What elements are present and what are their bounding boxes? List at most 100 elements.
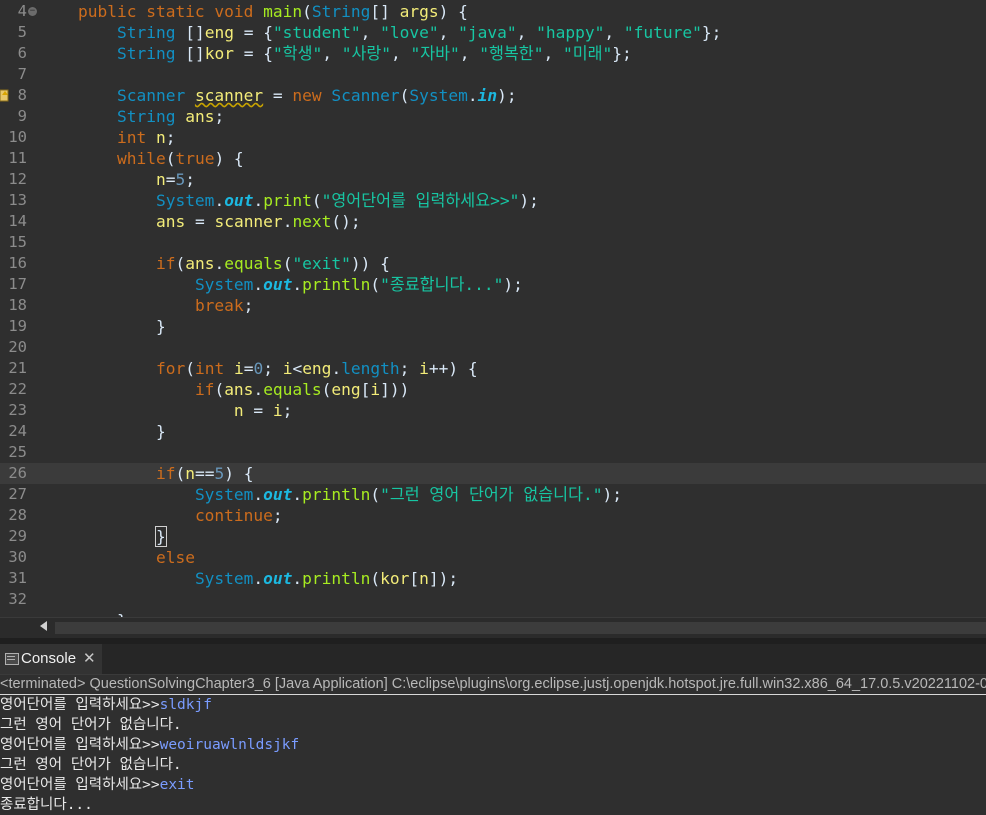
warning-icon[interactable] bbox=[0, 88, 10, 102]
code-line[interactable]: 31 System.out.println(kor[n]); bbox=[0, 568, 986, 589]
line-number: 18 bbox=[8, 296, 27, 314]
console-tab-bar: Console ✕ bbox=[0, 644, 986, 675]
line-number: 26 bbox=[8, 464, 27, 482]
line-number: 6 bbox=[17, 44, 27, 62]
code-text: } bbox=[39, 317, 166, 336]
code-line[interactable]: 21 for(int i=0; i<eng.length; i++) { bbox=[0, 358, 986, 379]
code-text: System.out.print("영어단어를 입력하세요>>"); bbox=[155, 191, 539, 210]
code-line[interactable]: 24 } bbox=[0, 421, 986, 442]
line-number: 32 bbox=[8, 590, 27, 608]
console-line: 영어단어를 입력하세요>>sldkjf bbox=[0, 697, 212, 713]
line-number: 31 bbox=[8, 569, 27, 587]
console-line: 영어단어를 입력하세요>>exit bbox=[0, 777, 195, 793]
line-number: 12 bbox=[8, 170, 27, 188]
code-line[interactable]: 14 ans = scanner.next(); bbox=[0, 211, 986, 232]
line-number: 9 bbox=[17, 107, 27, 125]
line-number: 7 bbox=[17, 65, 27, 83]
code-text: if(ans.equals("exit")) { bbox=[155, 254, 390, 273]
code-text: while(true) { bbox=[116, 149, 244, 168]
code-text: break; bbox=[194, 296, 254, 315]
code-text: System.out.println("종료합니다..."); bbox=[194, 275, 523, 294]
code-editor[interactable]: 4− public static void main(String[] args… bbox=[0, 0, 986, 617]
console-line: 종료합니다... bbox=[0, 797, 93, 813]
scrollbar-track[interactable] bbox=[55, 622, 986, 634]
line-number: 10 bbox=[8, 128, 27, 146]
line-number: 29 bbox=[8, 527, 27, 545]
code-text: } bbox=[154, 526, 167, 547]
editor-horizontal-scrollbar[interactable] bbox=[0, 617, 986, 638]
console-line: 그런 영어 단어가 없습니다. bbox=[0, 757, 182, 773]
line-number: 20 bbox=[8, 338, 27, 356]
code-line[interactable]: 23 n = i; bbox=[0, 400, 986, 421]
console-status-line: <terminated> QuestionSolvingChapter3_6 [… bbox=[0, 675, 986, 695]
code-line[interactable]: 5 String []eng = {"student", "love", "ja… bbox=[0, 22, 986, 43]
line-number: 13 bbox=[8, 191, 27, 209]
code-line[interactable]: 13 System.out.print("영어단어를 입력하세요>>"); bbox=[0, 190, 986, 211]
code-text: n=5; bbox=[155, 170, 195, 189]
tab-console[interactable]: Console ✕ bbox=[0, 644, 102, 674]
console-line: 그런 영어 단어가 없습니다. bbox=[0, 717, 182, 733]
line-number: 30 bbox=[8, 548, 27, 566]
line-number: 14 bbox=[8, 212, 27, 230]
code-line[interactable]: 27 System.out.println("그런 영어 단어가 없습니다.")… bbox=[0, 484, 986, 505]
console-icon bbox=[5, 653, 19, 665]
code-text: public static void main(String[] args) { bbox=[77, 2, 468, 21]
code-line[interactable]: 28 continue; bbox=[0, 505, 986, 526]
line-number: 21 bbox=[8, 359, 27, 377]
code-line[interactable]: 12 n=5; bbox=[0, 169, 986, 190]
code-line[interactable]: 22 if(ans.equals(eng[i])) bbox=[0, 379, 986, 400]
code-text: if(ans.equals(eng[i])) bbox=[194, 380, 410, 399]
code-line[interactable]: 19 } bbox=[0, 316, 986, 337]
code-text: else bbox=[155, 548, 195, 567]
code-text: System.out.println(kor[n]); bbox=[194, 569, 459, 588]
code-line[interactable]: 16 if(ans.equals("exit")) { bbox=[0, 253, 986, 274]
line-number: 25 bbox=[8, 443, 27, 461]
code-line[interactable]: 15 bbox=[0, 232, 986, 253]
scroll-left-arrow-icon[interactable] bbox=[40, 621, 47, 631]
code-line[interactable]: 29 } bbox=[0, 526, 986, 547]
line-number: 28 bbox=[8, 506, 27, 524]
code-line[interactable]: 6 String []kor = {"학생", "사랑", "자바", "행복한… bbox=[0, 43, 986, 64]
console-output: 영어단어를 입력하세요>>sldkjf 그런 영어 단어가 없습니다. 영어단어를 … bbox=[0, 695, 986, 815]
code-text: String []eng = {"student", "love", "java… bbox=[116, 23, 722, 42]
code-line[interactable]: 32 bbox=[0, 589, 986, 610]
fold-collapse-icon[interactable]: − bbox=[28, 7, 37, 16]
code-line[interactable]: 10 int n; bbox=[0, 127, 986, 148]
code-line[interactable]: 17 System.out.println("종료합니다..."); bbox=[0, 274, 986, 295]
code-line[interactable]: 18 break; bbox=[0, 295, 986, 316]
code-text: } bbox=[39, 610, 127, 617]
code-line[interactable]: 25 bbox=[0, 442, 986, 463]
line-number: 27 bbox=[8, 485, 27, 503]
code-text: Scanner scanner = new Scanner(System.in)… bbox=[116, 86, 517, 105]
line-number: 11 bbox=[8, 149, 27, 167]
line-number: 15 bbox=[8, 233, 27, 251]
code-text: int n; bbox=[116, 128, 176, 147]
code-text: if(n==5) { bbox=[155, 464, 254, 483]
code-line[interactable]: 30 else bbox=[0, 547, 986, 568]
code-line[interactable]: } bbox=[0, 610, 986, 617]
line-number: 16 bbox=[8, 254, 27, 272]
code-text: String []kor = {"학생", "사랑", "자바", "행복한",… bbox=[116, 44, 632, 63]
code-text: continue; bbox=[194, 506, 283, 525]
close-icon[interactable]: ✕ bbox=[83, 649, 96, 667]
line-number: 4 bbox=[17, 2, 27, 20]
code-line[interactable]: 7 bbox=[0, 64, 986, 85]
code-line[interactable]: 8 Scanner scanner = new Scanner(System.i… bbox=[0, 85, 986, 106]
code-text: for(int i=0; i<eng.length; i++) { bbox=[155, 359, 478, 378]
line-number: 23 bbox=[8, 401, 27, 419]
code-line[interactable]: 26 if(n==5) { bbox=[0, 463, 986, 484]
code-text: String ans; bbox=[116, 107, 225, 126]
line-number: 5 bbox=[17, 23, 27, 41]
code-text: n = i; bbox=[233, 401, 293, 420]
code-line[interactable]: 20 bbox=[0, 337, 986, 358]
line-number: 17 bbox=[8, 275, 27, 293]
code-text: System.out.println("그런 영어 단어가 없습니다."); bbox=[194, 485, 622, 504]
line-number: 22 bbox=[8, 380, 27, 398]
code-line[interactable]: 11 while(true) { bbox=[0, 148, 986, 169]
code-text: ans = scanner.next(); bbox=[155, 212, 361, 231]
code-line[interactable]: 9 String ans; bbox=[0, 106, 986, 127]
code-line[interactable]: 4− public static void main(String[] args… bbox=[0, 1, 986, 22]
tab-console-label: Console bbox=[21, 650, 77, 667]
line-number: 24 bbox=[8, 422, 27, 440]
line-number: 19 bbox=[8, 317, 27, 335]
